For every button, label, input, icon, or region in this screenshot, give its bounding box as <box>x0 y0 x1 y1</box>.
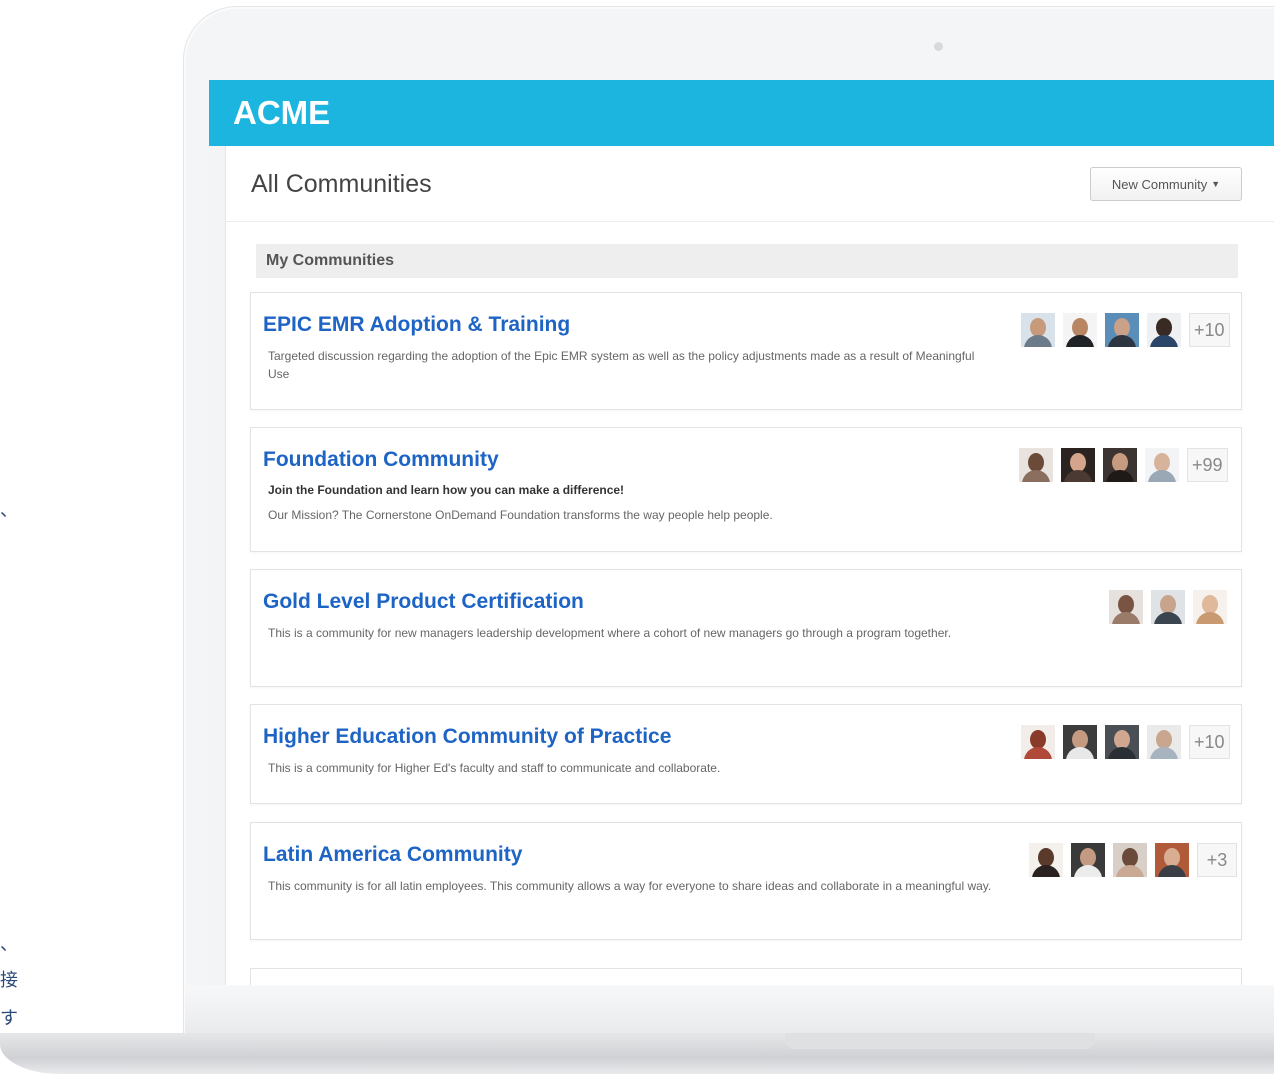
member-avatar[interactable] <box>1193 590 1227 624</box>
member-avatar[interactable] <box>1147 313 1181 347</box>
member-avatar[interactable] <box>1019 448 1053 482</box>
community-description: This community is for all latin employee… <box>268 879 992 893</box>
member-avatar[interactable] <box>1029 843 1063 877</box>
new-community-button[interactable]: New Community ▼ <box>1090 167 1242 201</box>
member-count-badge[interactable]: +10 <box>1189 313 1230 347</box>
community-card[interactable]: Higher Education Community of Practice T… <box>250 704 1242 804</box>
community-title[interactable]: Gold Level Product Certification <box>263 590 584 614</box>
edge-text-fragment: 、 <box>0 500 18 521</box>
panel-header: All Communities New Community ▼ <box>226 146 1274 222</box>
member-avatar[interactable] <box>1063 313 1097 347</box>
community-card[interactable]: Gold Level Product Certification This is… <box>250 569 1242 687</box>
community-tagline: Join the Foundation and learn how you ca… <box>268 483 625 497</box>
community-title[interactable]: EPIC EMR Adoption & Training <box>263 313 570 337</box>
member-avatar[interactable] <box>1103 448 1137 482</box>
member-avatar[interactable] <box>1145 448 1179 482</box>
community-card[interactable]: Latin America Community This community i… <box>250 822 1242 940</box>
page-title: All Communities <box>251 170 432 198</box>
member-avatar[interactable] <box>1113 843 1147 877</box>
member-avatar[interactable] <box>1105 725 1139 759</box>
member-avatar[interactable] <box>1071 843 1105 877</box>
community-description: Our Mission? The Cornerstone OnDemand Fo… <box>268 508 773 522</box>
laptop-hinge <box>185 985 1274 1035</box>
member-avatars: +3 <box>1029 843 1237 877</box>
member-avatar[interactable] <box>1061 448 1095 482</box>
member-count-badge[interactable]: +10 <box>1189 725 1230 759</box>
member-avatar[interactable] <box>1151 590 1185 624</box>
edge-text-fragment: 、 <box>0 934 18 955</box>
member-avatars: +99 <box>1019 448 1228 482</box>
community-description: Targeted discussion regarding the adopti… <box>268 349 975 381</box>
communities-panel: All Communities New Community ▼ My Commu… <box>225 146 1274 985</box>
member-avatar[interactable] <box>1109 590 1143 624</box>
laptop-notch <box>785 1033 1095 1049</box>
camera-dot <box>934 42 943 51</box>
member-avatar[interactable] <box>1155 843 1189 877</box>
caret-down-icon: ▼ <box>1211 179 1221 189</box>
new-community-label: New Community <box>1111 176 1208 192</box>
member-avatar[interactable] <box>1063 725 1097 759</box>
acme-logo[interactable]: ACME <box>233 94 330 132</box>
app-header: ACME <box>209 80 1274 146</box>
community-card[interactable]: EPIC EMR Adoption & Training Targeted di… <box>250 292 1242 410</box>
community-description: This is a community for new managers lea… <box>268 626 952 640</box>
community-description: This is a community for Higher Ed's facu… <box>268 761 721 775</box>
member-avatars: +10 <box>1021 725 1230 759</box>
member-avatars: +10 <box>1021 313 1230 347</box>
member-count-badge[interactable]: +3 <box>1197 843 1237 877</box>
member-avatar[interactable] <box>1021 725 1055 759</box>
member-avatars <box>1109 590 1227 624</box>
community-title[interactable]: Foundation Community <box>263 448 499 472</box>
community-card[interactable]: Foundation Community Join the Foundation… <box>250 427 1242 552</box>
community-title[interactable]: Higher Education Community of Practice <box>263 725 671 749</box>
member-avatar[interactable] <box>1147 725 1181 759</box>
community-card-partial <box>250 968 1242 985</box>
member-avatar[interactable] <box>1105 313 1139 347</box>
laptop-base <box>0 985 1274 1074</box>
section-header-my-communities: My Communities <box>256 244 1238 278</box>
member-avatar[interactable] <box>1021 313 1055 347</box>
community-title[interactable]: Latin America Community <box>263 843 522 867</box>
laptop-screen: ACME All Communities New Community ▼ My … <box>209 80 1274 985</box>
member-count-badge[interactable]: +99 <box>1187 448 1228 482</box>
